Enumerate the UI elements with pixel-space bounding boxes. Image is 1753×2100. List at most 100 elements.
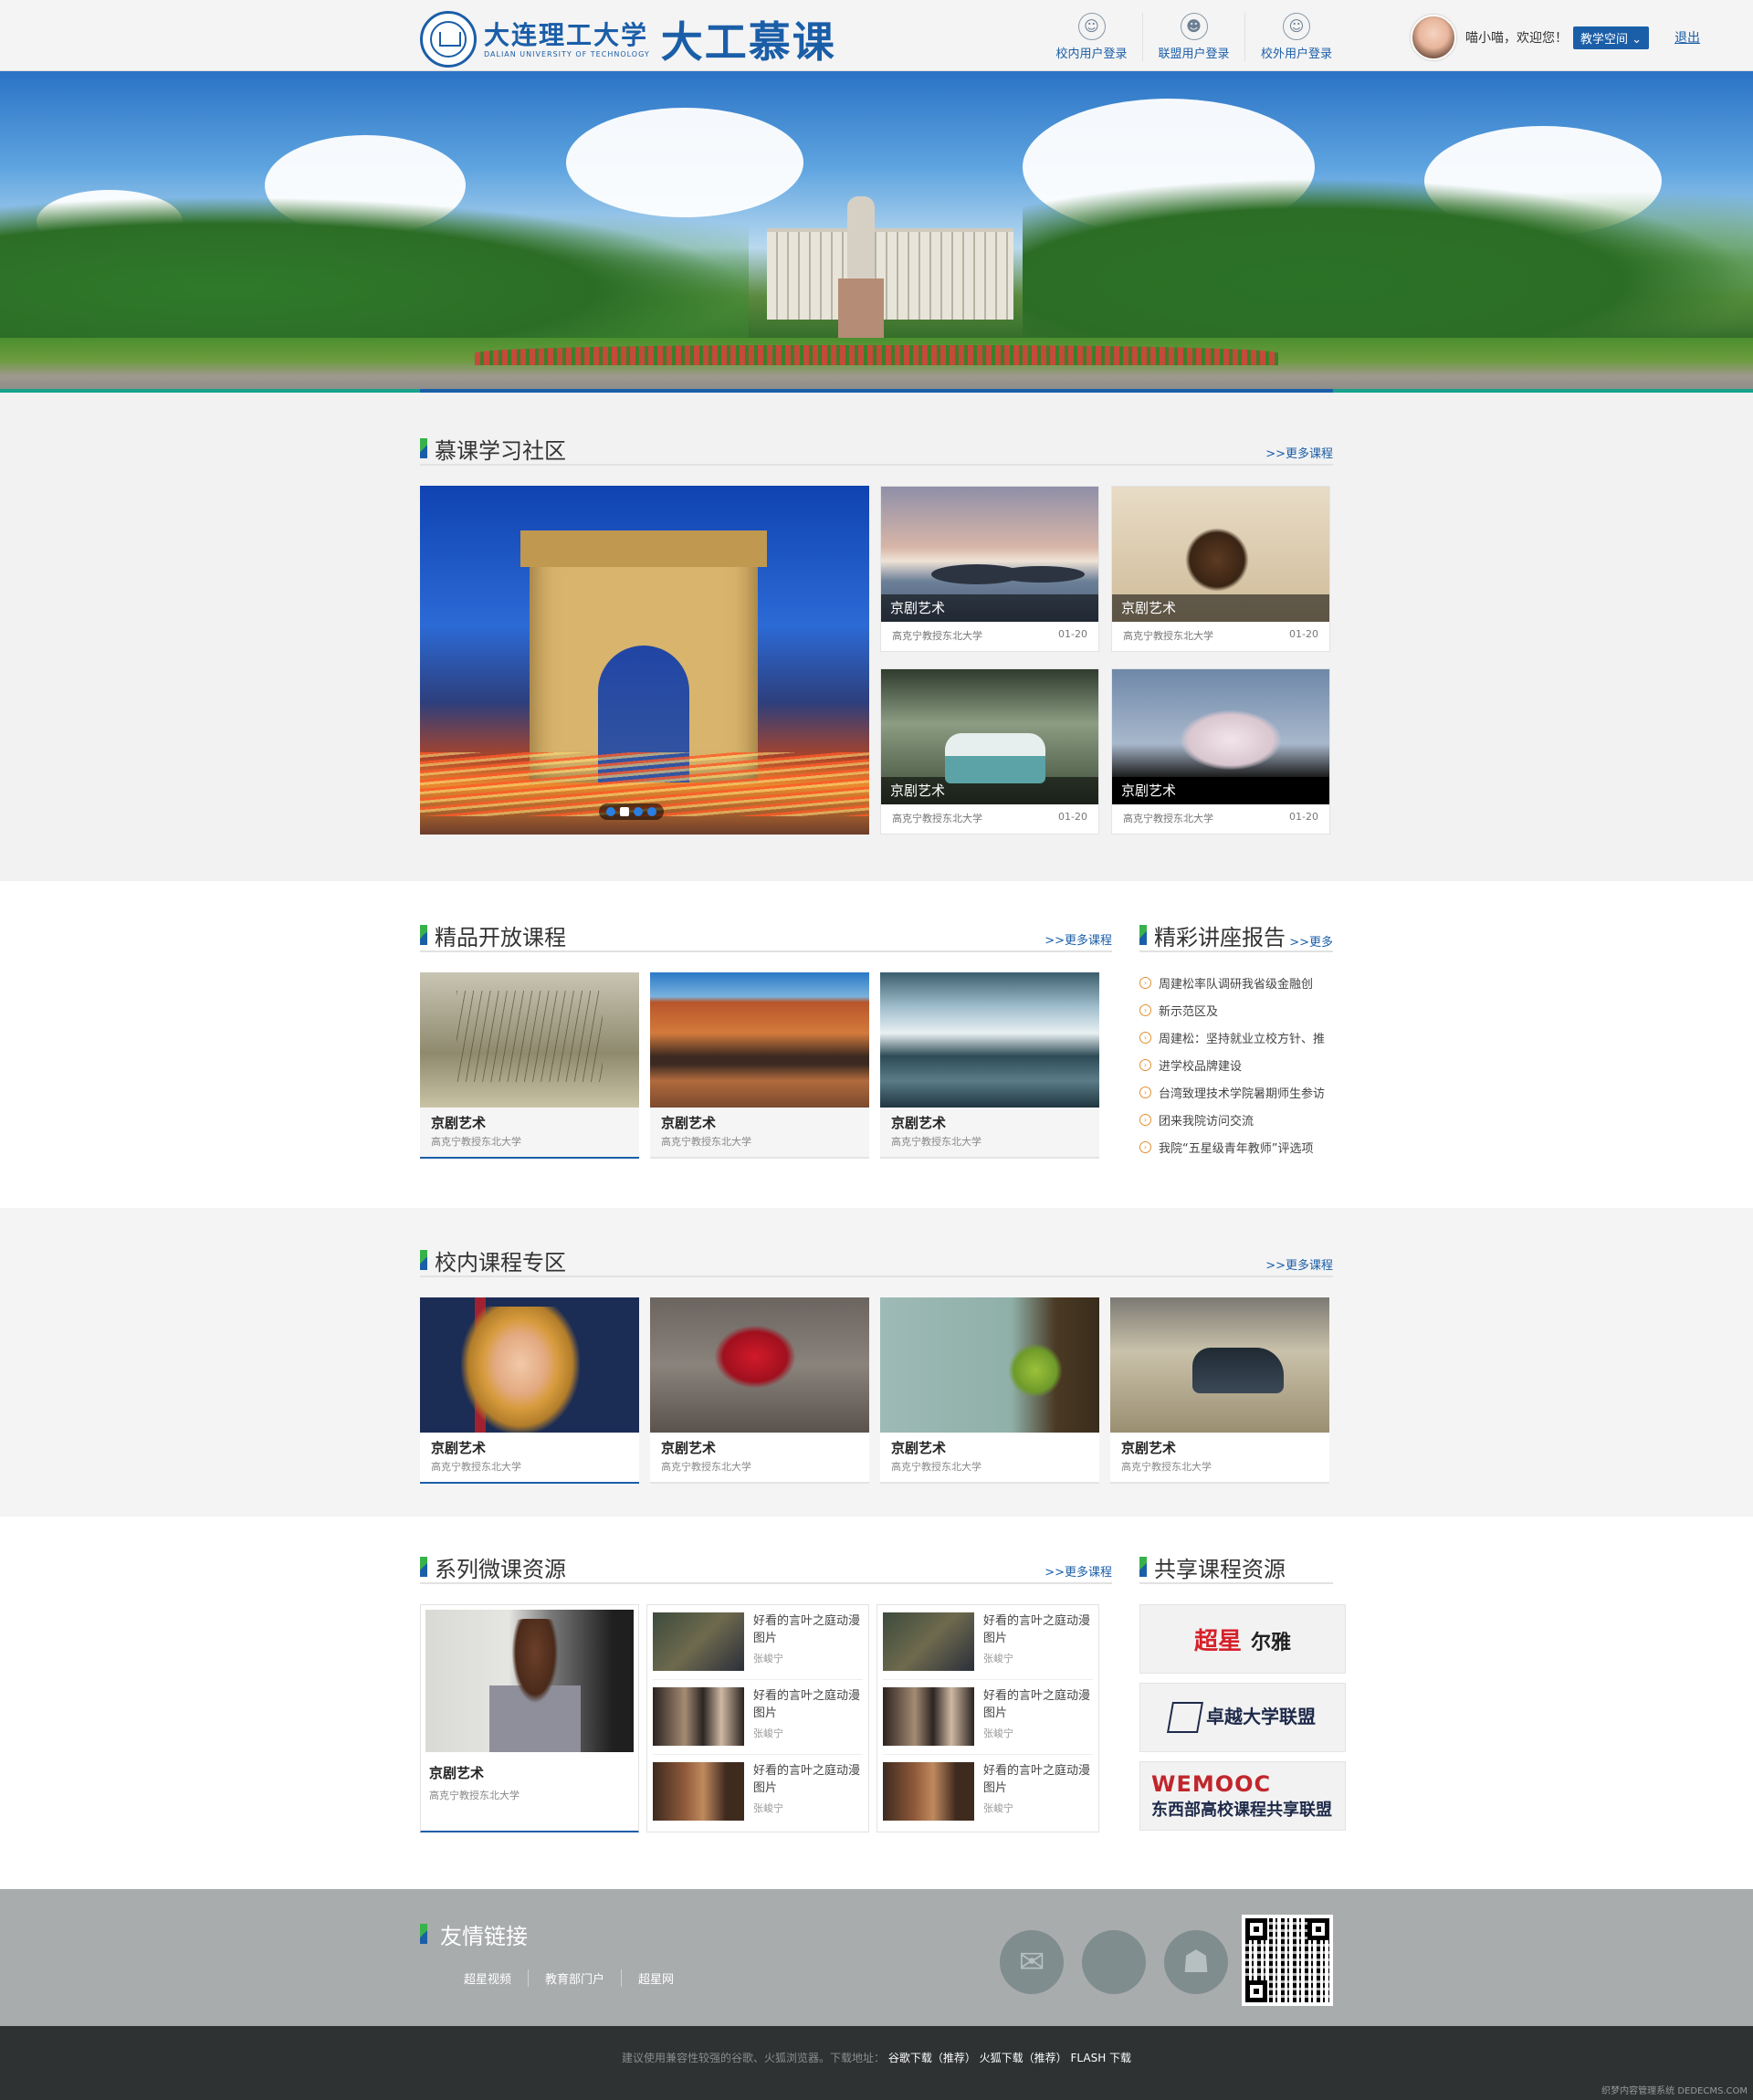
course-thumbnail: 京剧艺术: [881, 487, 1098, 622]
friend-link[interactable]: 超星网: [622, 1969, 690, 1987]
friend-link[interactable]: 超星视频: [447, 1969, 530, 1987]
micro-list-col: 好看的言叶之庭动漫图片 张峻宁 好看的言叶之庭动漫图片 张峻宁 好看的言叶之庭动漫图…: [876, 1604, 1099, 1832]
list-item[interactable]: › 进学校品牌建设: [1139, 1051, 1333, 1078]
course-thumbnail: 京剧艺术: [1112, 669, 1329, 804]
micro-item[interactable]: 好看的言叶之庭动漫图片 张峻宁: [883, 1605, 1093, 1680]
more-courses-link[interactable]: >>更多课程: [1044, 930, 1112, 948]
course-card[interactable]: 京剧艺术 高克宁教授东北大学: [1110, 1297, 1329, 1484]
course-card[interactable]: 京剧艺术 高克宁教授东北大学 01-20: [880, 668, 1099, 835]
micro-author: 张峻宁: [753, 1727, 783, 1739]
logout-link[interactable]: 退出: [1674, 28, 1700, 47]
section-title: 校内课程专区: [435, 1250, 566, 1276]
course-author: 高克宁教授东北大学: [661, 1136, 751, 1148]
chrome-download-link[interactable]: 谷歌下载（推荐）: [888, 2052, 976, 2064]
login-label: 联盟用户登录: [1158, 47, 1230, 61]
course-author: 高克宁教授东北大学: [892, 630, 982, 642]
site-logo[interactable]: 大连理工大学 DALIAN UNIVERSITY OF TECHNOLOGY 大…: [420, 9, 836, 69]
list-item[interactable]: › 新示范区及: [1139, 996, 1333, 1024]
campus-login-button[interactable]: ☺ 校内用户登录: [1041, 13, 1143, 61]
course-thumbnail: 京剧艺术: [1112, 487, 1329, 622]
avatar[interactable]: [1411, 15, 1456, 60]
carousel-dot[interactable]: [606, 807, 615, 816]
course-card[interactable]: 京剧艺术 高克宁教授东北大学: [420, 1297, 639, 1484]
partner-chaoxing-erya[interactable]: 超星 尔雅: [1139, 1604, 1346, 1674]
list-item[interactable]: › 我院“五星级青年教师”评选项: [1139, 1133, 1333, 1160]
list-item[interactable]: › 周建松率队调研我省级金融创: [1139, 969, 1333, 996]
arrow-circle-icon: ›: [1139, 1003, 1151, 1016]
more-lectures-link[interactable]: >>更多: [1289, 932, 1333, 950]
section-title: 共享课程资源: [1154, 1557, 1286, 1582]
course-title: 京剧艺术: [1121, 1440, 1177, 1456]
lecture-title: 周建松：坚持就业立校方针、推: [1159, 1032, 1326, 1046]
course-date: 01-20: [1058, 628, 1087, 640]
login-options: ☺ 校内用户登录 ☻ 联盟用户登录 ☺ 校外用户登录: [1041, 13, 1348, 61]
micro-thumbnail: [883, 1687, 974, 1746]
list-item[interactable]: › 周建松：坚持就业立校方针、推: [1139, 1024, 1333, 1051]
carousel-dot[interactable]: [620, 807, 629, 816]
partner-wemooc[interactable]: WEMOOC 东西部高校课程共享联盟: [1139, 1761, 1346, 1831]
section-mark-icon: [420, 925, 427, 945]
section-header: 精彩讲座报告 >>更多: [1139, 916, 1333, 952]
micro-courses-section: 系列微课资源 >>更多课程 京剧艺术 高克宁教授东北大学 好看的言叶之庭动漫图片…: [0, 1517, 1753, 1889]
micro-thumbnail: [653, 1762, 744, 1821]
course-title: 京剧艺术: [891, 1115, 947, 1131]
course-card[interactable]: 京剧艺术 高克宁教授东北大学 01-20: [1111, 668, 1330, 835]
bottom-bar: 建议使用兼容性较强的谷歌、火狐浏览器。下载地址： 谷歌下载（推荐） 火狐下载（推…: [0, 2026, 1753, 2100]
hero-banner: [0, 71, 1753, 393]
featured-micro-course[interactable]: 京剧艺术 高克宁教授东北大学: [420, 1604, 639, 1832]
section-header: 慕课学习社区 >>更多课程: [420, 429, 1333, 466]
partner-name: 东西部高校课程共享联盟: [1151, 1801, 1332, 1820]
alliance-login-button[interactable]: ☻ 联盟用户登录: [1143, 13, 1245, 61]
micro-item[interactable]: 好看的言叶之庭动漫图片 张峻宁: [883, 1755, 1093, 1830]
firefox-download-link[interactable]: 火狐下载（推荐）: [980, 2052, 1067, 2064]
lecture-title: 团来我院访问交流: [1159, 1114, 1254, 1129]
course-card[interactable]: 京剧艺术 高克宁教授东北大学: [420, 972, 639, 1159]
arrow-circle-icon: ›: [1139, 976, 1151, 989]
micro-item[interactable]: 好看的言叶之庭动漫图片 张峻宁: [653, 1680, 863, 1755]
course-card[interactable]: 京剧艺术 高克宁教授东北大学 01-20: [880, 486, 1099, 652]
chat-icon[interactable]: ✉: [1000, 1930, 1064, 1994]
micro-thumbnail: [653, 1612, 744, 1671]
statue: [847, 196, 875, 278]
trees-right: [1023, 178, 1753, 352]
course-thumbnail: [1110, 1297, 1329, 1433]
banner-strip: [0, 389, 1753, 393]
course-card[interactable]: 京剧艺术 高克宁教授东北大学: [650, 972, 869, 1159]
course-card[interactable]: 京剧艺术 高克宁教授东北大学: [880, 1297, 1099, 1484]
trees-left: [0, 196, 749, 352]
android-icon[interactable]: ☗: [1164, 1930, 1228, 1994]
flash-download-link[interactable]: FLASH 下载: [1071, 2052, 1132, 2064]
partner-excellence-alliance[interactable]: 卓越大学联盟: [1139, 1683, 1346, 1752]
more-courses-link[interactable]: >>更多课程: [1265, 444, 1333, 461]
section-title: 系列微课资源: [435, 1557, 566, 1582]
micro-title: 好看的言叶之庭动漫图片: [753, 1614, 861, 1645]
more-courses-link[interactable]: >>更多课程: [1265, 1255, 1333, 1273]
chaoxing-logo: 超星 尔雅: [1194, 1622, 1291, 1656]
more-courses-link[interactable]: >>更多课程: [1044, 1562, 1112, 1580]
course-card[interactable]: 京剧艺术 高克宁教授东北大学: [650, 1297, 869, 1484]
course-caption: 京剧艺术: [1112, 777, 1329, 804]
teaching-space-dropdown[interactable]: 教学空间 ⌄: [1573, 26, 1650, 49]
micro-item[interactable]: 好看的言叶之庭动漫图片 张峻宁: [883, 1680, 1093, 1755]
course-caption: 京剧艺术: [881, 594, 1098, 622]
list-item[interactable]: › 团来我院访问交流: [1139, 1106, 1333, 1133]
list-item[interactable]: › 台湾致理技术学院暑期师生参访: [1139, 1078, 1333, 1106]
featured-slide[interactable]: [420, 486, 869, 835]
logo-cn: 大连理工大学: [484, 19, 649, 50]
section-mark-icon: [1139, 925, 1147, 945]
course-card[interactable]: 京剧艺术 高克宁教授东北大学 01-20: [1111, 486, 1330, 652]
carousel-dot[interactable]: [634, 807, 643, 816]
course-thumbnail: 京剧艺术: [881, 669, 1098, 804]
section-header: 校内课程专区 >>更多课程: [420, 1241, 1333, 1277]
qr-code: [1242, 1915, 1333, 2006]
arrow-circle-icon: ›: [1139, 1058, 1151, 1071]
external-login-button[interactable]: ☺ 校外用户登录: [1245, 13, 1348, 61]
micro-item[interactable]: 好看的言叶之庭动漫图片 张峻宁: [653, 1605, 863, 1680]
apple-icon[interactable]: [1082, 1930, 1146, 1994]
partner-list: 超星 尔雅 卓越大学联盟 WEMOOC 东西部高校课程共享联盟: [1139, 1604, 1346, 1831]
friend-link[interactable]: 教育部门户: [529, 1969, 623, 1987]
carousel-dot[interactable]: [647, 807, 656, 816]
chevron-down-icon: ⌄: [1632, 32, 1643, 47]
course-card[interactable]: 京剧艺术 高克宁教授东北大学: [880, 972, 1099, 1159]
micro-item[interactable]: 好看的言叶之庭动漫图片 张峻宁: [653, 1755, 863, 1830]
